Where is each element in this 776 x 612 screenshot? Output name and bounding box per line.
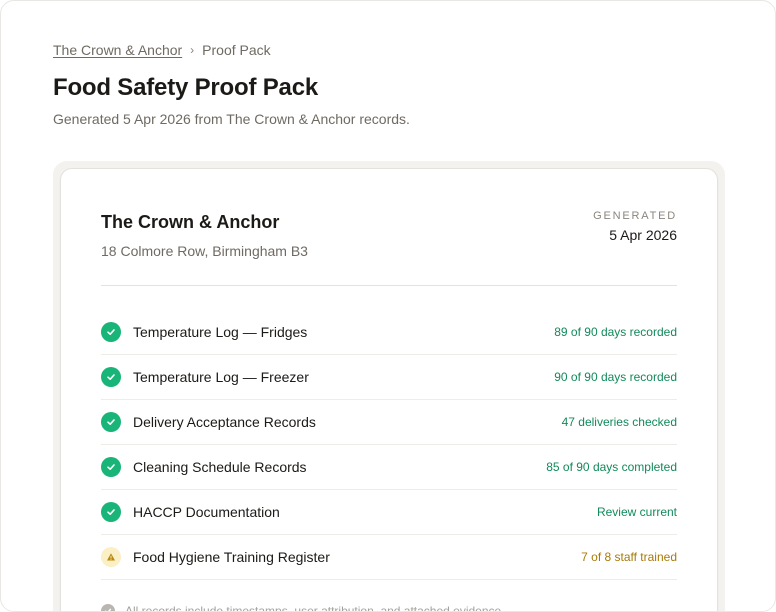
record-label: HACCP Documentation bbox=[133, 504, 280, 520]
footer-note-text: All records include timestamps, user att… bbox=[125, 604, 505, 612]
record-status: Review current bbox=[596, 505, 677, 519]
check-icon bbox=[101, 367, 121, 387]
card-divider bbox=[101, 285, 677, 286]
record-row-freezer: Temperature Log — Freezer 90 of 90 days … bbox=[101, 355, 677, 400]
breadcrumb-venue-link[interactable]: The Crown & Anchor bbox=[53, 42, 182, 58]
proof-pack-card: The Crown & Anchor 18 Colmore Row, Birmi… bbox=[60, 168, 718, 612]
record-status: 89 of 90 days recorded bbox=[554, 325, 677, 339]
check-icon bbox=[101, 412, 121, 432]
record-status: 85 of 90 days completed bbox=[546, 460, 677, 474]
page-title: Food Safety Proof Pack bbox=[53, 74, 318, 101]
records-list: Temperature Log — Fridges 89 of 90 days … bbox=[101, 310, 677, 580]
proof-pack-page: The Crown & Anchor › Proof Pack Food Saf… bbox=[0, 0, 776, 612]
record-label: Cleaning Schedule Records bbox=[133, 459, 307, 475]
breadcrumb-current: Proof Pack bbox=[202, 42, 271, 58]
record-row-training: Food Hygiene Training Register 7 of 8 st… bbox=[101, 535, 677, 580]
breadcrumb: The Crown & Anchor › Proof Pack bbox=[53, 42, 271, 58]
record-label: Temperature Log — Freezer bbox=[133, 369, 309, 385]
breadcrumb-separator: › bbox=[190, 43, 195, 57]
check-icon bbox=[101, 604, 115, 611]
check-icon bbox=[101, 502, 121, 522]
record-row-delivery: Delivery Acceptance Records 47 deliverie… bbox=[101, 400, 677, 445]
record-row-haccp: HACCP Documentation Review current bbox=[101, 490, 677, 535]
venue-address: 18 Colmore Row, Birmingham B3 bbox=[101, 243, 308, 259]
record-row-cleaning: Cleaning Schedule Records 85 of 90 days … bbox=[101, 445, 677, 490]
record-status: 7 of 8 staff trained bbox=[581, 550, 677, 564]
record-status: 47 deliveries checked bbox=[561, 415, 677, 429]
venue-name: The Crown & Anchor bbox=[101, 212, 280, 232]
generated-label: GENERATED bbox=[593, 210, 677, 222]
record-status: 90 of 90 days recorded bbox=[554, 370, 677, 384]
generated-date: 5 Apr 2026 bbox=[609, 227, 677, 243]
page-subtitle: Generated 5 Apr 2026 from The Crown & An… bbox=[53, 111, 410, 127]
footer-note: All records include timestamps, user att… bbox=[101, 604, 505, 612]
check-icon bbox=[101, 457, 121, 477]
record-label: Delivery Acceptance Records bbox=[133, 414, 316, 430]
record-label: Temperature Log — Fridges bbox=[133, 324, 308, 340]
warning-icon bbox=[101, 547, 121, 567]
record-row-fridges: Temperature Log — Fridges 89 of 90 days … bbox=[101, 310, 677, 355]
check-icon bbox=[101, 322, 121, 342]
record-label: Food Hygiene Training Register bbox=[133, 549, 330, 565]
